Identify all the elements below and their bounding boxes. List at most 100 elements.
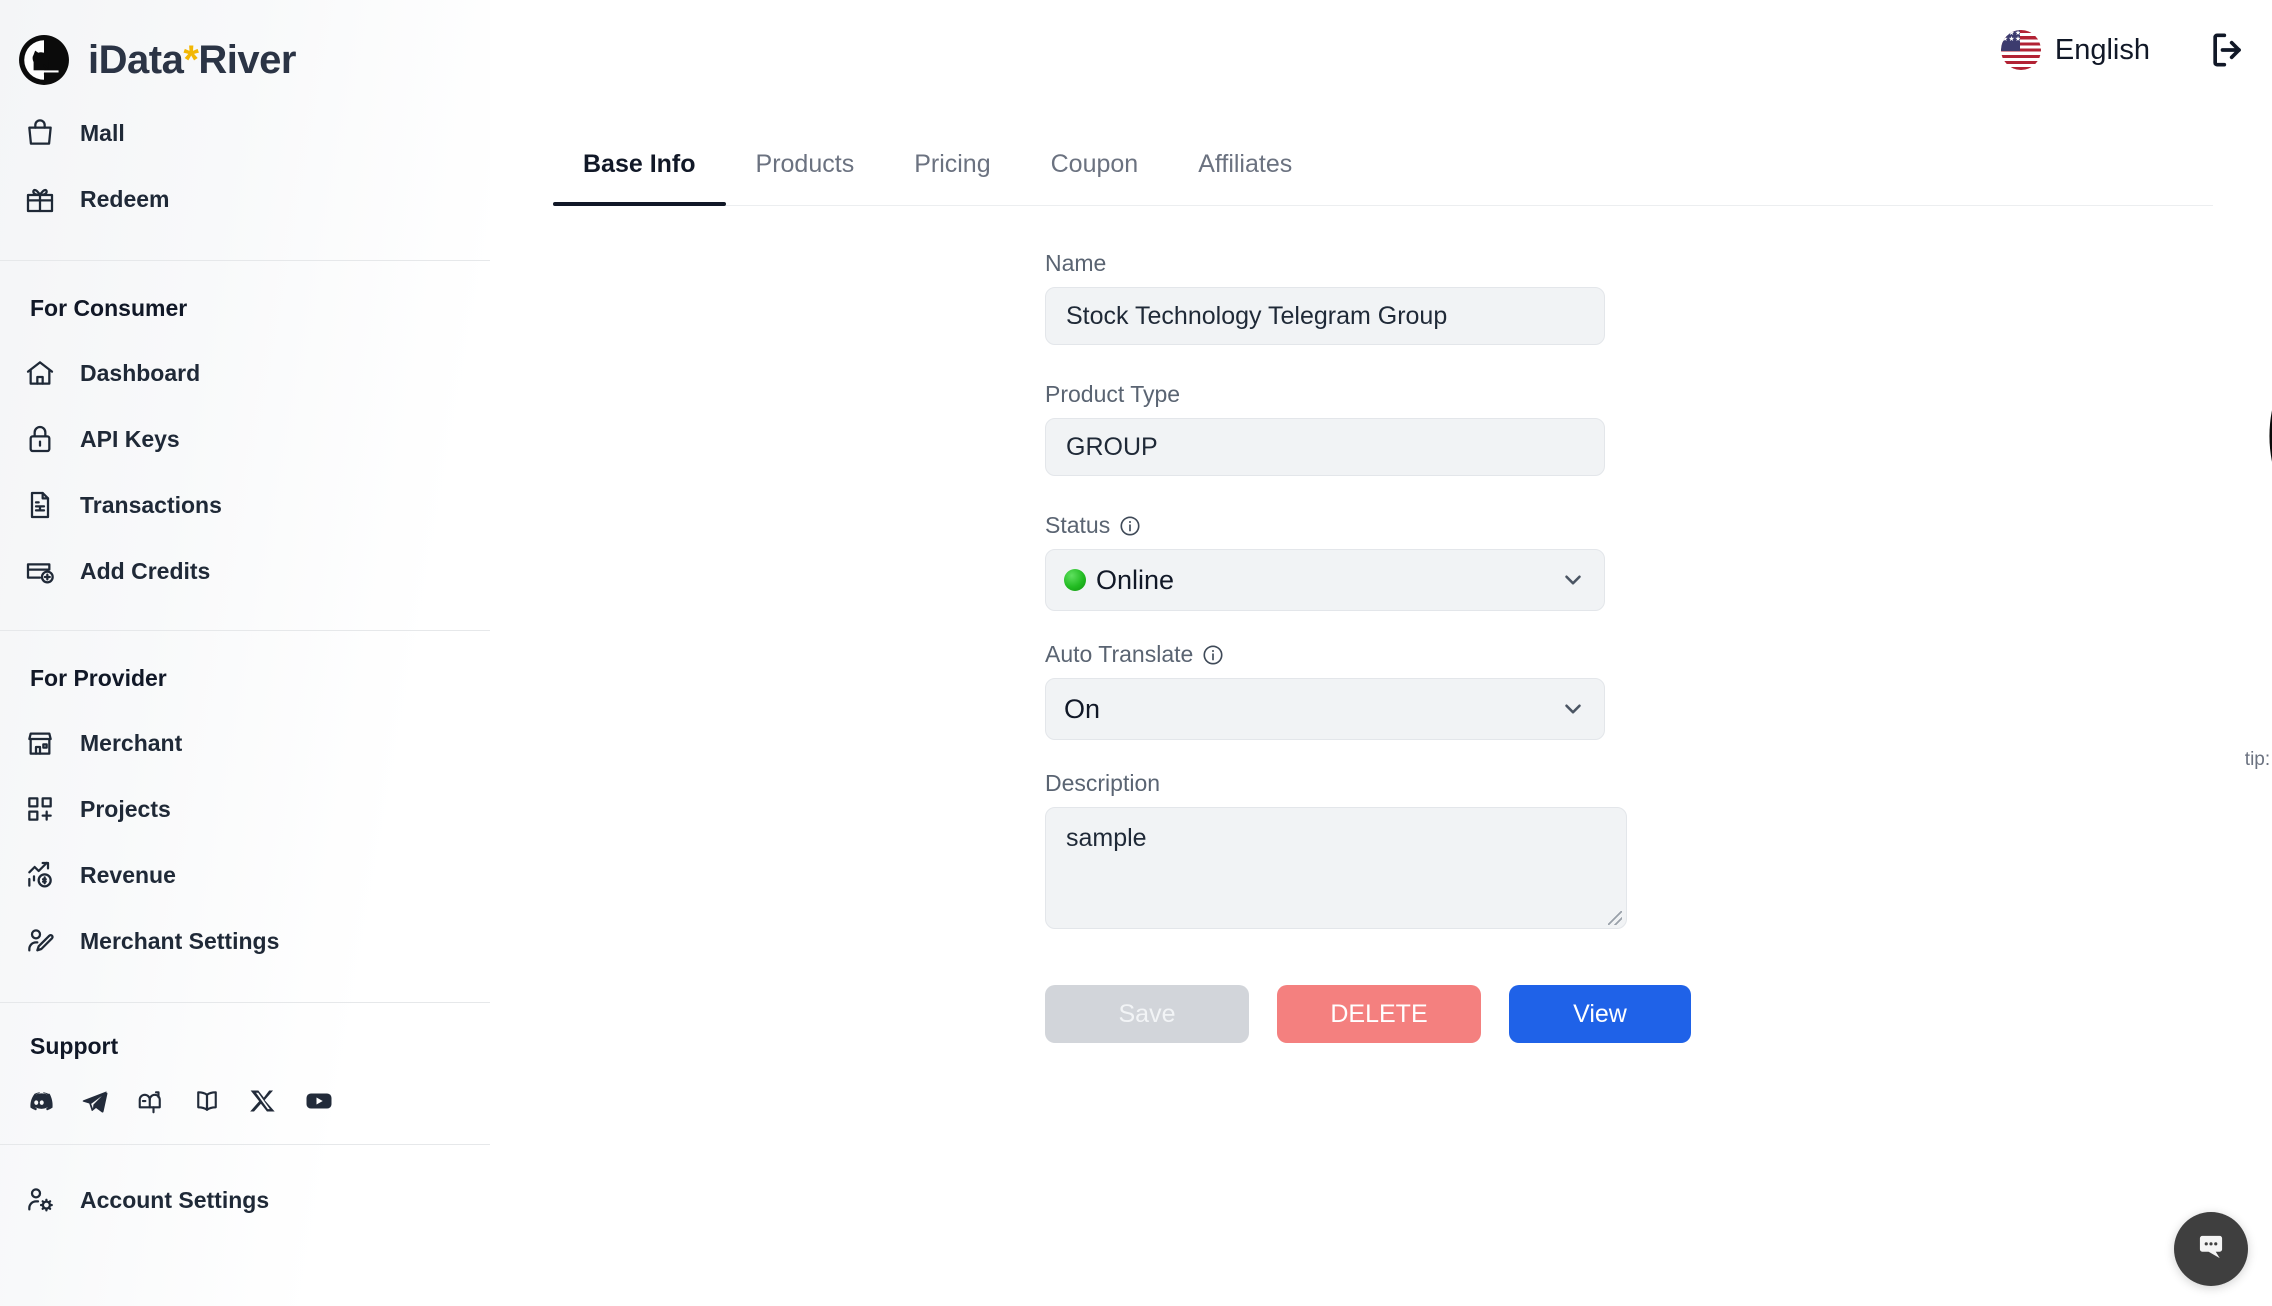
auto-translate-value: On <box>1064 693 1101 724</box>
auto-translate-label: Auto Translate <box>1045 641 1691 668</box>
image-upload-panel: Upload Image tip: PNG, JPG or JPEG (MAX.… <box>2235 300 2272 771</box>
sidebar-item-label: Projects <box>80 795 171 822</box>
sidebar-item-revenue[interactable]: Revenue <box>0 842 490 908</box>
sidebar-item-mall[interactable]: Mall <box>0 100 490 166</box>
chart-dollar-icon <box>22 857 58 893</box>
lock-icon <box>22 421 58 457</box>
sidebar-section-for-provider: For Provider <box>30 665 167 691</box>
youtube-icon[interactable] <box>302 1084 336 1118</box>
cat-circle-logo-icon <box>18 34 70 86</box>
sidebar: iData*River Mall Redeem For Consumer Das… <box>0 0 490 1306</box>
sidebar-item-label: Revenue <box>80 861 176 888</box>
mailbox-icon[interactable] <box>134 1084 168 1118</box>
sidebar-item-label: Merchant <box>80 729 183 756</box>
sidebar-item-label: API Keys <box>80 425 180 452</box>
name-label-text: Name <box>1045 250 1107 276</box>
grid-plus-icon <box>22 791 58 827</box>
status-value: Online <box>1096 564 1175 595</box>
status-label-text: Status <box>1045 512 1111 538</box>
description-label-text: Description <box>1045 770 1161 796</box>
document-table-icon <box>22 487 58 523</box>
resize-handle[interactable] <box>1608 911 1622 925</box>
language-label: English <box>2054 33 2150 66</box>
language-selector[interactable]: ★★★★★★★★ English <box>2000 30 2150 70</box>
sidebar-item-redeem[interactable]: Redeem <box>0 166 490 232</box>
sidebar-item-label: Dashboard <box>80 359 201 386</box>
status-label: Status <box>1045 512 1691 539</box>
save-button[interactable]: Save <box>1045 985 1249 1043</box>
info-icon[interactable] <box>1119 515 1141 537</box>
user-pencil-icon <box>22 923 58 959</box>
topbar: ★★★★★★★★ English <box>2000 0 2272 100</box>
chat-bubble-icon <box>2192 1228 2230 1271</box>
product-type-label-text: Product Type <box>1045 381 1181 407</box>
brand-title: iData*River <box>88 37 296 82</box>
product-type-label: Product Type <box>1045 381 1691 408</box>
home-icon <box>22 355 58 391</box>
sidebar-item-label: Redeem <box>80 185 170 212</box>
book-icon[interactable] <box>190 1084 224 1118</box>
sidebar-item-label: Transactions <box>80 491 222 518</box>
sidebar-divider <box>0 630 490 631</box>
sidebar-item-label: Merchant Settings <box>80 927 280 954</box>
us-flag-icon: ★★★★★★★★ <box>2000 30 2041 70</box>
name-input[interactable]: Stock Technology Telegram Group <box>1045 287 1605 345</box>
field-status: Status Online <box>1045 512 1691 611</box>
tab-products[interactable]: Products <box>726 150 885 205</box>
chat-widget-button[interactable] <box>2174 1212 2248 1286</box>
sidebar-item-label: Add Credits <box>80 557 211 584</box>
view-button[interactable]: View <box>1509 985 1691 1043</box>
brand-logo-link[interactable]: iData*River <box>0 0 490 100</box>
shopping-bag-icon <box>22 115 58 151</box>
description-textarea[interactable]: sample <box>1045 807 1627 929</box>
form-actions: Save DELETE View <box>1045 985 1691 1043</box>
status-select[interactable]: Online <box>1045 549 1605 611</box>
tab-coupon[interactable]: Coupon <box>1021 150 1169 205</box>
x-twitter-icon[interactable] <box>246 1084 280 1118</box>
info-icon[interactable] <box>1202 644 1224 666</box>
card-plus-icon <box>22 553 58 589</box>
tab-affiliates[interactable]: Affiliates <box>1168 150 1322 205</box>
sidebar-item-transactions[interactable]: Transactions <box>0 472 490 538</box>
gift-icon <box>22 181 58 217</box>
description-value: sample <box>1066 824 1147 852</box>
auto-translate-select[interactable]: On <box>1045 678 1605 740</box>
sidebar-item-merchant[interactable]: Merchant <box>0 710 490 776</box>
sidebar-item-projects[interactable]: Projects <box>0 776 490 842</box>
telegram-icon[interactable] <box>78 1084 112 1118</box>
base-info-form: Name Stock Technology Telegram Group Pro… <box>1045 250 1691 1043</box>
tab-base-info[interactable]: Base Info <box>553 150 726 206</box>
discord-icon[interactable] <box>22 1084 56 1118</box>
tab-pricing[interactable]: Pricing <box>884 150 1020 205</box>
user-gear-icon <box>22 1182 58 1218</box>
sidebar-divider <box>0 1144 490 1145</box>
sidebar-divider <box>0 260 490 261</box>
support-icon-row <box>0 1076 490 1126</box>
chevron-down-icon <box>1560 696 1586 722</box>
main-content: ★★★★★★★★ English Base Info Products Pric… <box>490 0 2272 1306</box>
field-auto-translate: Auto Translate On <box>1045 641 1691 740</box>
chevron-down-icon <box>1560 567 1586 593</box>
field-name: Name Stock Technology Telegram Group <box>1045 250 1691 345</box>
sidebar-item-account-settings[interactable]: Account Settings <box>0 1167 490 1233</box>
delete-button[interactable]: DELETE <box>1277 985 1481 1043</box>
upload-tip-text: tip: PNG, JPG or JPEG (MAX. 2 MB) <box>2244 749 2272 770</box>
sidebar-item-merchant-settings[interactable]: Merchant Settings <box>0 908 490 974</box>
sidebar-divider <box>0 1002 490 1003</box>
auto-translate-label-text: Auto Translate <box>1045 641 1194 667</box>
tab-bar: Base Info Products Pricing Coupon Affili… <box>553 150 2213 206</box>
logout-icon[interactable] <box>2206 28 2250 72</box>
app-root: iData*River Mall Redeem For Consumer Das… <box>0 0 2272 1306</box>
sidebar-item-api-keys[interactable]: API Keys <box>0 406 490 472</box>
sidebar-item-label: Account Settings <box>80 1186 270 1213</box>
product-type-input[interactable]: GROUP <box>1045 418 1605 476</box>
storefront-icon <box>22 725 58 761</box>
product-image-preview <box>2264 300 2272 572</box>
sidebar-item-add-credits[interactable]: Add Credits <box>0 538 490 604</box>
name-label: Name <box>1045 250 1691 277</box>
description-label: Description <box>1045 770 1691 797</box>
sidebar-item-dashboard[interactable]: Dashboard <box>0 340 490 406</box>
